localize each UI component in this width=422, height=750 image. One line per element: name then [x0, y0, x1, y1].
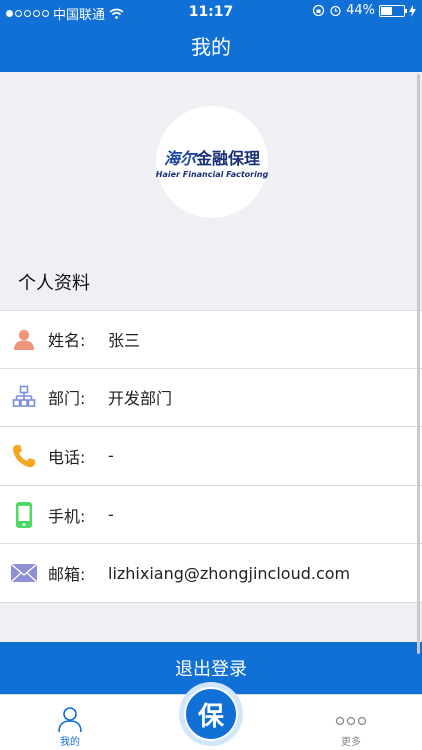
center-factoring-button[interactable]: 保: [179, 682, 243, 746]
person-outline-icon: [58, 707, 82, 733]
profile-screen: 中国联通 11:17 44% 我的 海尔金融保理 Haier Financial…: [0, 0, 422, 750]
department-value: 开发部门: [108, 389, 173, 409]
battery-percent: 44%: [346, 3, 375, 18]
phone-value: -: [108, 446, 114, 466]
battery-icon: [379, 4, 407, 17]
more-dots-icon: [335, 716, 367, 726]
person-icon: [10, 325, 38, 353]
logo-subtitle: Haier Financial Factoring: [155, 170, 269, 179]
charging-bolt-icon: [409, 4, 416, 17]
alarm-icon: [330, 5, 341, 17]
logo-wordmark: 海尔金融保理: [163, 149, 261, 168]
company-logo: 海尔金融保理 Haier Financial Factoring: [156, 106, 268, 218]
name-value: 张三: [108, 331, 141, 351]
section-title-profile: 个人资料: [18, 273, 90, 294]
phone-icon: [10, 442, 38, 470]
status-bar: 中国联通 11:17 44%: [0, 0, 422, 24]
status-right: 44%: [312, 3, 416, 18]
page-title: 我的: [191, 35, 231, 59]
info-row-email: 邮箱: lizhixiang@zhongjincloud.com: [0, 544, 422, 603]
mobile-value: -: [108, 505, 114, 525]
mail-icon: [10, 559, 38, 587]
center-button-label: 保: [184, 687, 238, 741]
info-row-phone: 电话: -: [0, 427, 422, 486]
org-chart-icon: [10, 383, 38, 411]
tab-more-label: 更多: [341, 737, 361, 748]
email-value: lizhixiang@zhongjincloud.com: [108, 563, 351, 583]
tab-mine-label: 我的: [60, 737, 80, 748]
email-label: 邮箱:: [48, 565, 86, 585]
info-row-name: 姓名: 张三: [0, 310, 422, 369]
navbar: 我的: [0, 24, 422, 72]
info-row-department: 部门: 开发部门: [0, 369, 422, 428]
tab-more[interactable]: 更多: [311, 695, 391, 750]
rotation-lock-icon: [312, 4, 325, 17]
mobile-icon: [10, 501, 38, 529]
name-label: 姓名:: [48, 331, 86, 351]
tab-mine[interactable]: 我的: [30, 695, 110, 750]
info-row-mobile: 手机: -: [0, 486, 422, 545]
scrollbar[interactable]: [417, 74, 420, 654]
profile-info-list: 姓名: 张三 部门: 开发部门 电话: - 手机: - 邮箱: lizhixia…: [0, 310, 422, 603]
department-label: 部门:: [48, 389, 86, 409]
mobile-label: 手机:: [48, 506, 86, 526]
phone-label: 电话:: [48, 447, 86, 467]
